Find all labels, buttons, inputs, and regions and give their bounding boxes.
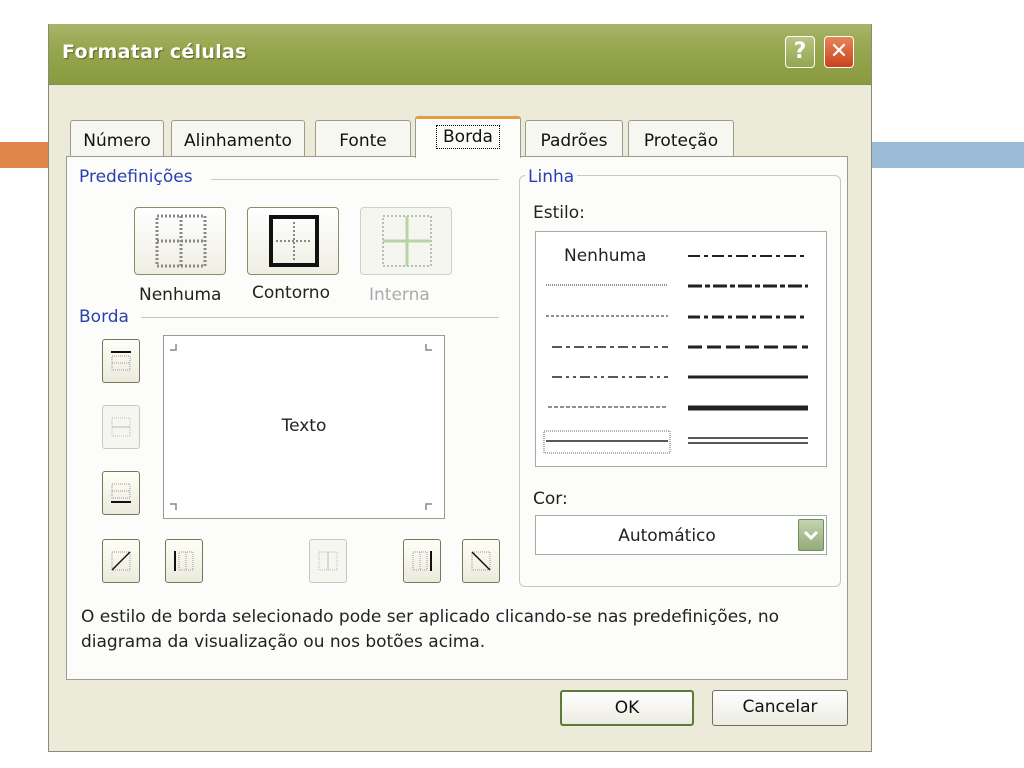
cancel-button[interactable]: Cancelar (712, 690, 848, 726)
border-bottom-button[interactable] (102, 471, 140, 515)
preset-inside-button[interactable] (360, 207, 452, 275)
border-diagonal-down-button[interactable] (462, 539, 500, 583)
preset-inside-label: Interna (369, 285, 430, 305)
border-bottom-icon (111, 483, 131, 503)
preset-inside-icon (382, 215, 432, 267)
tab-label: Fonte (339, 131, 387, 151)
tab-label: Número (83, 131, 151, 151)
line-color-value: Automático (618, 526, 716, 546)
border-right-icon (412, 551, 432, 571)
tab-protecao[interactable]: Proteção (628, 120, 734, 156)
tab-fonte[interactable]: Fonte (315, 120, 411, 156)
border-top-icon (111, 351, 131, 371)
border-inside-horizontal-icon (111, 417, 131, 437)
line-style-list[interactable]: Nenhuma (535, 231, 827, 467)
dropdown-arrow-button[interactable] (798, 519, 824, 551)
tab-padroes[interactable]: Padrões (525, 120, 623, 156)
preset-outline-button[interactable] (247, 207, 339, 275)
preset-none-icon (155, 214, 207, 268)
line-style-label: Estilo: (533, 203, 585, 223)
line-color-label: Cor: (533, 489, 568, 509)
slide-accent-bar-right (866, 142, 1024, 168)
presets-group-label: Predefinições (79, 167, 193, 187)
tab-numero[interactable]: Número (70, 120, 164, 156)
help-button[interactable]: ? (785, 36, 815, 68)
close-button[interactable]: ✕ (824, 36, 854, 68)
dialog-title: Formatar células (62, 41, 247, 63)
border-inside-vertical-icon (318, 551, 338, 571)
border-help-text: O estilo de borda selecionado pode ser a… (81, 607, 780, 652)
ok-button[interactable]: OK (560, 690, 694, 726)
border-top-button[interactable] (102, 339, 140, 383)
preset-outline-label: Contorno (252, 283, 330, 303)
border-preview-area[interactable]: Texto (163, 335, 445, 519)
border-inside-vertical-button[interactable] (309, 539, 347, 583)
title-bar[interactable]: Formatar células ? ✕ (49, 24, 871, 85)
presets-divider (211, 179, 499, 180)
preset-none-button[interactable] (134, 207, 226, 275)
chevron-down-icon (803, 530, 819, 541)
border-left-button[interactable] (165, 539, 203, 583)
diagonal-down-icon (471, 551, 491, 571)
line-group-label: Linha (525, 167, 578, 187)
tab-borda[interactable]: Borda (415, 116, 521, 158)
tab-alinhamento[interactable]: Alinhamento (171, 120, 305, 156)
border-right-button[interactable] (403, 539, 441, 583)
border-diagonal-up-button[interactable] (102, 539, 140, 583)
diagonal-up-icon (111, 551, 131, 571)
line-color-select[interactable]: Automático (535, 515, 827, 555)
tab-label: Borda (436, 125, 500, 149)
preview-text: Texto (281, 416, 327, 436)
preset-outline-icon (269, 215, 319, 267)
border-tab-panel: Predefinições Nenhuma Contorno Interna B… (66, 156, 848, 680)
tab-label: Alinhamento (184, 131, 292, 151)
preset-none-label: Nenhuma (139, 285, 222, 305)
format-cells-dialog: Formatar células ? ✕ Número Alinhamento … (48, 24, 872, 752)
border-divider (141, 317, 499, 318)
tab-label: Proteção (643, 131, 719, 151)
border-left-icon (174, 551, 194, 571)
border-group-label: Borda (79, 307, 129, 327)
line-style-swatches[interactable] (536, 232, 826, 466)
tab-label: Padrões (540, 131, 608, 151)
border-inside-horizontal-button[interactable] (102, 405, 140, 449)
